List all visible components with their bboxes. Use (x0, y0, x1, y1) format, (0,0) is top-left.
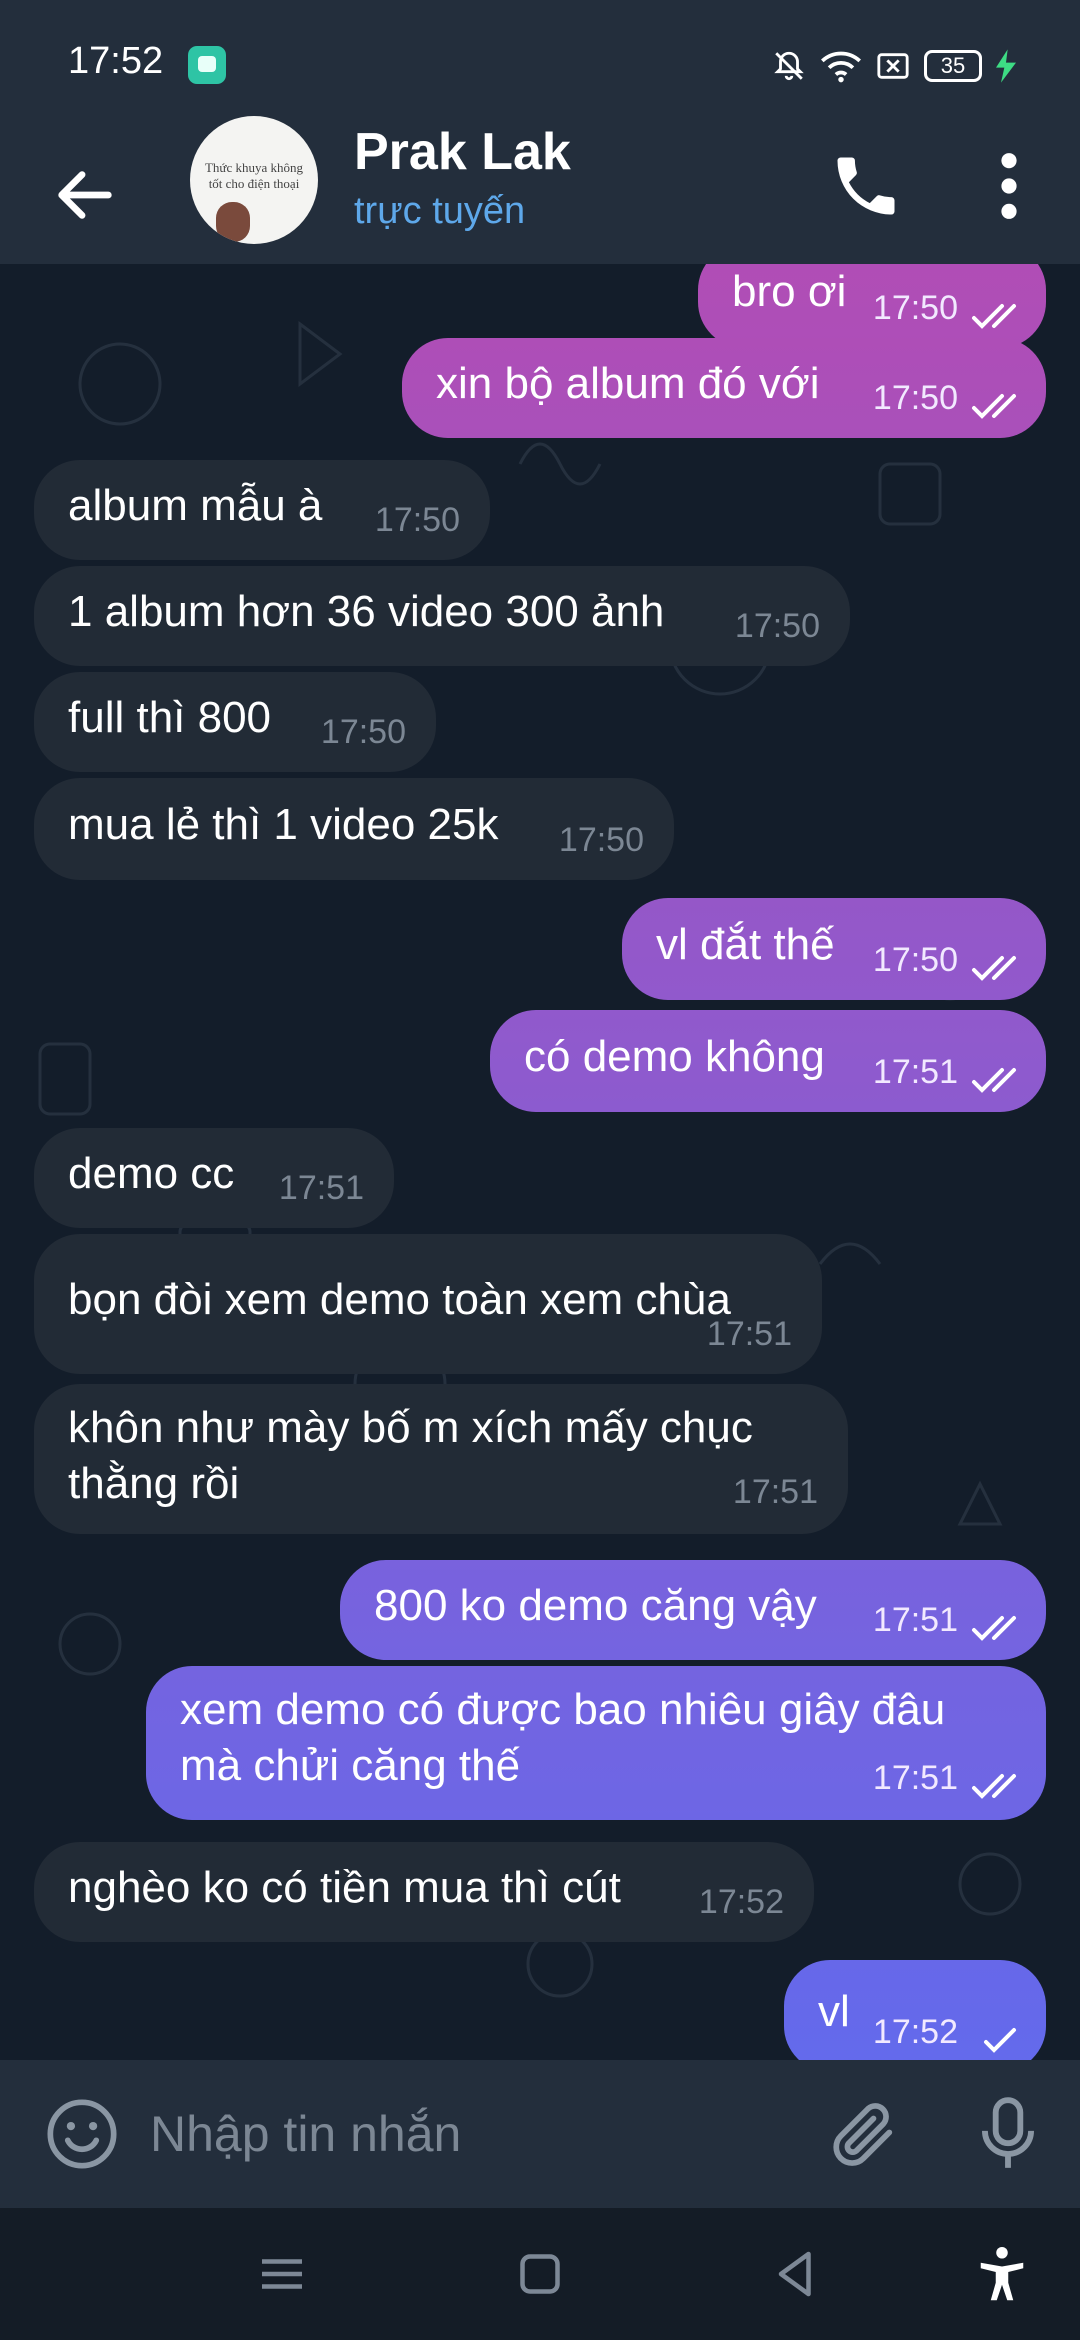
message-time: 17:52 (698, 1883, 784, 1921)
message-time: 17:50 (872, 379, 958, 417)
outgoing-message[interactable]: có demo không 17:51 (490, 1010, 1046, 1112)
message-text: bọn đòi xem demo toàn xem chùa (68, 1275, 731, 1324)
message-text: 1 album hơn 36 video 300 ảnh (68, 587, 665, 636)
incoming-message[interactable]: mua lẻ thì 1 video 25k 17:50 (34, 778, 674, 880)
message-text: album mẫu à (68, 481, 323, 530)
double-check-icon (972, 304, 1016, 329)
status-icons: 35 (772, 44, 1016, 88)
notification-app-icon (188, 46, 226, 84)
contact-avatar[interactable]: Thức khuya không tốt cho điện thoại (190, 116, 318, 244)
outgoing-message[interactable]: vl đắt thế 17:50 (622, 898, 1046, 1000)
double-check-icon (972, 1774, 1016, 1799)
charging-icon (996, 49, 1016, 83)
incoming-message[interactable]: album mẫu à 17:50 (34, 460, 490, 560)
message-text: demo cc (68, 1149, 235, 1198)
check-icon (984, 2028, 1016, 2053)
incoming-message[interactable]: 1 album hơn 36 video 300 ảnh 17:50 (34, 566, 850, 666)
message-input[interactable] (150, 2094, 790, 2174)
contact-name[interactable]: Prak Lak (354, 122, 571, 182)
outgoing-message[interactable]: vl 17:52 (784, 1960, 1046, 2060)
system-navigation-bar (0, 2208, 1080, 2340)
double-check-icon (972, 956, 1016, 981)
message-text: full thì 800 (68, 693, 272, 742)
mute-bell-icon (774, 51, 804, 81)
no-sim-icon (877, 53, 909, 79)
message-time: 17:51 (278, 1169, 364, 1207)
emoji-icon[interactable] (44, 2096, 120, 2172)
message-text: xem demo có được bao nhiêu giây đâu mà c… (180, 1685, 946, 1790)
message-text: có demo không (524, 1032, 825, 1081)
outgoing-message[interactable]: 800 ko demo căng vậy 17:51 (340, 1560, 1046, 1660)
double-check-icon (972, 1068, 1016, 1093)
avatar-thumb-shape (216, 202, 250, 242)
message-text: xin bộ album đó với (436, 359, 820, 408)
outgoing-message[interactable]: bro ơi 17:50 (698, 264, 1046, 348)
message-time: 17:50 (374, 501, 460, 539)
phone-call-icon[interactable] (828, 148, 904, 224)
message-composer (0, 2060, 1080, 2208)
incoming-message[interactable]: khôn như mày bố m xích mấy chục thằng rồ… (34, 1384, 848, 1534)
message-time: 17:50 (872, 289, 958, 327)
outgoing-message[interactable]: xem demo có được bao nhiêu giây đâu mà c… (146, 1666, 1046, 1820)
avatar-caption: Thức khuya không tốt cho điện thoại (204, 160, 304, 191)
back-nav-icon[interactable] (766, 2244, 826, 2304)
message-time: 17:50 (872, 941, 958, 979)
message-time: 17:50 (320, 713, 406, 751)
message-time: 17:51 (872, 1601, 958, 1639)
message-time: 17:51 (872, 1759, 958, 1797)
back-arrow-icon[interactable] (50, 160, 120, 230)
chat-message-list[interactable]: bro ơi 17:50 xin bộ album đó với 17:50 album… (0, 264, 1080, 2060)
status-bar: 17:52 35 (0, 0, 1080, 130)
accessibility-icon[interactable] (972, 2244, 1032, 2304)
paperclip-icon[interactable] (826, 2096, 902, 2172)
message-text: nghèo ko có tiền mua thì cút (68, 1863, 621, 1912)
message-text: vl đắt thế (656, 920, 835, 969)
message-time: 17:50 (558, 821, 644, 859)
double-check-icon (972, 394, 1016, 419)
message-time: 17:50 (734, 607, 820, 645)
message-time: 17:52 (872, 2013, 958, 2051)
message-text: vl (818, 1987, 850, 2036)
microphone-icon[interactable] (970, 2094, 1046, 2174)
message-text: khôn như mày bố m xích mấy chục thằng rồ… (68, 1403, 753, 1508)
message-time: 17:51 (872, 1053, 958, 1091)
message-text: bro ơi (732, 267, 847, 316)
message-text: mua lẻ thì 1 video 25k (68, 800, 499, 849)
double-check-icon (972, 1616, 1016, 1641)
incoming-message[interactable]: nghèo ko có tiền mua thì cút 17:52 (34, 1842, 814, 1942)
incoming-message[interactable]: full thì 800 17:50 (34, 672, 436, 772)
home-icon[interactable] (510, 2244, 570, 2304)
incoming-message[interactable]: demo cc 17:51 (34, 1128, 394, 1228)
message-text: 800 ko demo căng vậy (374, 1581, 817, 1630)
contact-status: trực tuyến (354, 190, 526, 232)
outgoing-message[interactable]: xin bộ album đó với 17:50 (402, 338, 1046, 438)
wifi-icon (821, 51, 861, 83)
message-time: 17:51 (732, 1473, 818, 1511)
battery-indicator: 35 (924, 50, 982, 82)
recent-apps-icon[interactable] (252, 2244, 312, 2304)
message-time: 17:51 (706, 1315, 792, 1353)
status-time: 17:52 (68, 40, 164, 82)
incoming-message[interactable]: bọn đòi xem demo toàn xem chùa 17:51 (34, 1234, 822, 1374)
more-options-icon[interactable] (984, 148, 1034, 224)
